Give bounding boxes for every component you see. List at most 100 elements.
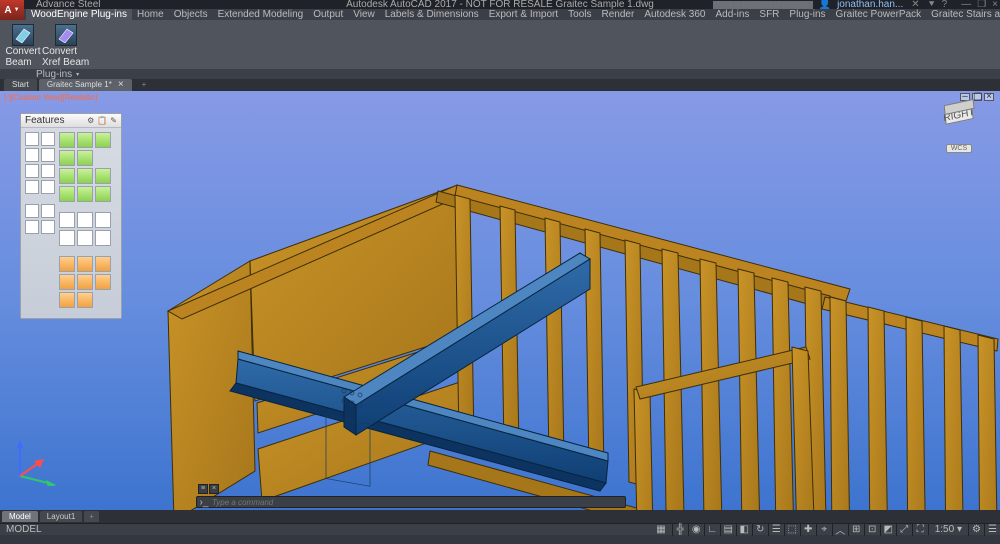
feature-tool[interactable]: [77, 230, 93, 246]
feature-tool[interactable]: [59, 212, 75, 228]
feature-tool[interactable]: [95, 256, 111, 272]
ribbon-tab[interactable]: Tools: [563, 9, 596, 20]
features-palette[interactable]: Features ⚙ 📋 ✎: [20, 113, 122, 319]
status-toggle-button[interactable]: ☰: [768, 524, 784, 536]
feature-tool[interactable]: [59, 230, 75, 246]
status-toggle-button[interactable]: ◧: [736, 524, 752, 536]
status-toggle-button[interactable]: ⊡: [864, 524, 880, 536]
feature-tool[interactable]: [77, 168, 93, 184]
feature-tool[interactable]: [59, 274, 75, 290]
status-toggle-button[interactable]: ⤢: [896, 524, 912, 536]
status-toggle-button[interactable]: ⬚: [784, 524, 800, 536]
feature-tool[interactable]: [59, 132, 75, 148]
feature-tool[interactable]: [25, 220, 39, 234]
status-toggle-button[interactable]: ⛶: [912, 524, 928, 536]
status-toggle-button[interactable]: ︿: [832, 524, 848, 536]
edit-icon[interactable]: ✎: [110, 116, 117, 125]
help-icon[interactable]: ?: [942, 0, 948, 10]
status-toggle-button[interactable]: ⌖: [816, 524, 832, 536]
window-minimize-button[interactable]: —: [961, 0, 971, 10]
close-icon[interactable]: ×: [118, 79, 124, 91]
feature-tool[interactable]: [41, 204, 55, 218]
feature-tool[interactable]: [77, 132, 93, 148]
ribbon-tab[interactable]: Autodesk 360: [639, 9, 710, 20]
new-document-button[interactable]: +: [134, 79, 150, 91]
features-palette-header[interactable]: Features ⚙ 📋 ✎: [21, 114, 121, 128]
ribbon-tab[interactable]: Render: [597, 9, 640, 20]
feature-tool[interactable]: [95, 168, 111, 184]
workspace-gear-button[interactable]: ⚙: [968, 524, 984, 536]
status-toggle-button[interactable]: ✚: [800, 524, 816, 536]
status-toggle-button[interactable]: ╬: [672, 524, 688, 536]
model-viewport[interactable]: [-][Custom View][Realistic] – ▢ × RIGHT …: [0, 91, 1000, 510]
ribbon-tab[interactable]: View: [348, 9, 380, 20]
status-toggle-button[interactable]: ∟: [704, 524, 720, 536]
convert-beam-button[interactable]: Convert Beam: [8, 24, 38, 68]
feature-tool[interactable]: [41, 180, 55, 194]
feature-tool[interactable]: [59, 168, 75, 184]
window-close-button[interactable]: ×: [992, 0, 998, 10]
clipboard-icon[interactable]: 📋: [97, 116, 107, 125]
status-toggle-button[interactable]: ◩: [880, 524, 896, 536]
ribbon-tab[interactable]: Add-ins: [711, 9, 755, 20]
user-name[interactable]: jonathan.han...: [837, 0, 903, 10]
status-toggle-button[interactable]: ⊞: [848, 524, 864, 536]
ribbon-tab[interactable]: Plug-ins: [784, 9, 830, 20]
feature-tool[interactable]: [41, 164, 55, 178]
ribbon-tab[interactable]: Extended Modeling: [213, 9, 309, 20]
status-toggle-button[interactable]: ◉: [688, 524, 704, 536]
signin-icon[interactable]: 👤: [819, 0, 831, 10]
feature-tool[interactable]: [77, 274, 93, 290]
feature-tool[interactable]: [95, 274, 111, 290]
command-line[interactable]: ›_: [196, 496, 626, 508]
feature-tool[interactable]: [41, 148, 55, 162]
ribbon-tab[interactable]: WoodEngine Plug-ins: [26, 9, 132, 20]
feature-tool[interactable]: [25, 148, 39, 162]
feature-tool[interactable]: [77, 186, 93, 202]
feature-tool[interactable]: [59, 292, 75, 308]
model-space-button[interactable]: MODEL: [0, 524, 48, 536]
feature-tool[interactable]: [95, 212, 111, 228]
feature-tool[interactable]: [95, 230, 111, 246]
ribbon-tab[interactable]: Export & Import: [484, 9, 563, 20]
layout-tab[interactable]: Model: [2, 511, 38, 522]
ribbon-tab[interactable]: SFR: [754, 9, 784, 20]
status-toggle-button[interactable]: ▤: [720, 524, 736, 536]
help-dropdown-icon[interactable]: ⯆: [928, 0, 936, 10]
exchange-icon[interactable]: ✕: [911, 0, 919, 10]
layout-tab[interactable]: Layout1: [40, 511, 82, 522]
customization-button[interactable]: ☰: [984, 524, 1000, 536]
feature-tool[interactable]: [95, 186, 111, 202]
feature-tool[interactable]: [77, 150, 93, 166]
cmdline-recent-icon[interactable]: ≡: [198, 484, 208, 494]
help-search-input[interactable]: [713, 1, 813, 9]
ribbon-tab[interactable]: Graitec PowerPack: [831, 9, 927, 20]
ribbon-tab[interactable]: Home: [132, 9, 169, 20]
new-layout-button[interactable]: +: [84, 511, 99, 522]
document-tab[interactable]: Start: [4, 79, 37, 91]
feature-tool[interactable]: [25, 164, 39, 178]
ribbon-tab[interactable]: Objects: [169, 9, 213, 20]
feature-tool[interactable]: [25, 132, 39, 146]
feature-tool[interactable]: [77, 256, 93, 272]
feature-tool[interactable]: [41, 220, 55, 234]
feature-tool[interactable]: [59, 186, 75, 202]
feature-tool[interactable]: [59, 150, 75, 166]
feature-tool[interactable]: [77, 292, 93, 308]
status-toggle-button[interactable]: ↻: [752, 524, 768, 536]
feature-tool[interactable]: [77, 212, 93, 228]
command-input[interactable]: [209, 498, 623, 507]
annotation-scale-button[interactable]: 1:50 ▾: [928, 524, 968, 535]
status-toggle-button[interactable]: ▦: [650, 524, 671, 536]
feature-tool[interactable]: [41, 132, 55, 146]
ribbon-tab[interactable]: Output: [308, 9, 348, 20]
document-tab[interactable]: Graitec Sample 1* ×: [39, 79, 132, 91]
window-restore-button[interactable]: ❐: [977, 0, 986, 10]
gear-icon[interactable]: ⚙: [87, 116, 94, 125]
cmdline-close-icon[interactable]: ×: [209, 484, 219, 494]
feature-tool[interactable]: [25, 180, 39, 194]
convert-xref-beam-button[interactable]: Convert Xref Beam: [42, 24, 90, 68]
ribbon-tab[interactable]: Labels & Dimensions: [380, 9, 484, 20]
chevron-down-icon[interactable]: ▾: [76, 71, 79, 78]
app-menu-button[interactable]: A ▼: [0, 0, 24, 20]
